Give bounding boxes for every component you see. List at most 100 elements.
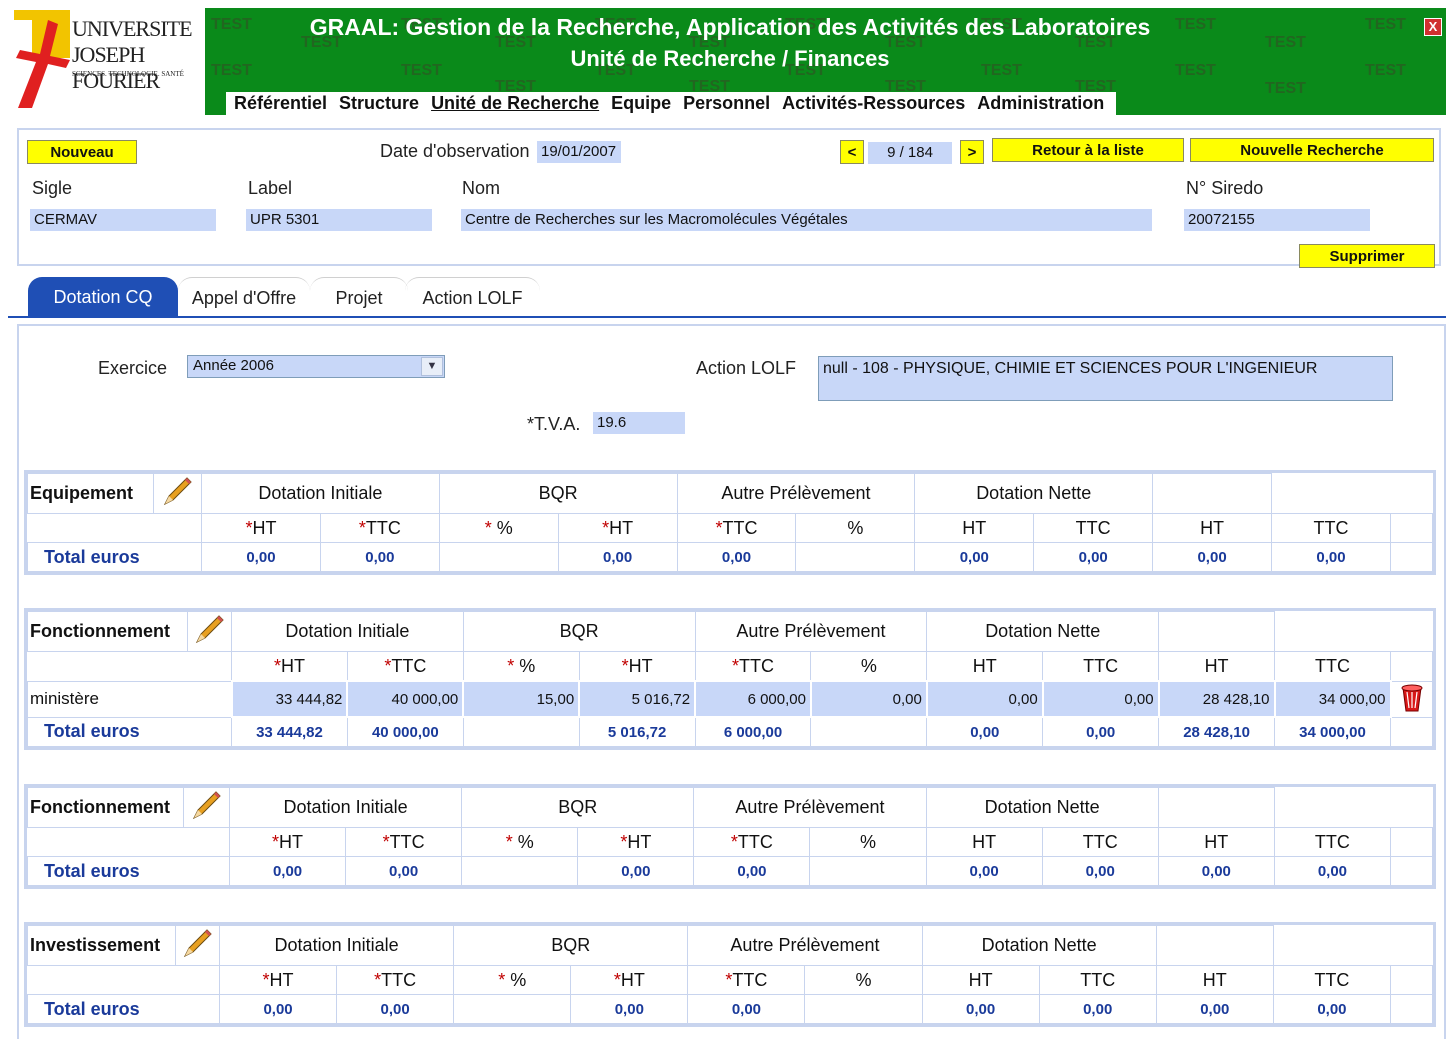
group-header-2: Autre Prélèvement [687,925,923,966]
column-header: TTC [1042,651,1160,682]
row-label: ministère [27,680,232,718]
total-value [809,856,927,886]
main-menu: Référentiel Structure Unité de Recherche Eq… [226,92,1117,115]
tab-action-lolf[interactable]: Action LOLF [405,277,540,318]
spacer-cell [1157,787,1275,828]
edit-pencil-icon[interactable] [175,925,220,966]
close-icon[interactable]: X [1424,18,1442,36]
sigle-field[interactable]: CERMAV [30,209,216,231]
menu-item-4[interactable]: Personnel [679,92,778,115]
tab-dotation-cq[interactable]: Dotation CQ [28,277,178,317]
column-header-text: HT [279,831,304,852]
menu-item-3[interactable]: Equipe [607,92,679,115]
observation-date-field[interactable]: 19/01/2007 [537,141,621,163]
action-lolf-field[interactable]: null - 108 - PHYSIQUE, CHIMIE ET SCIENCE… [818,356,1393,401]
required-marker: * [613,969,621,990]
menu-item-0[interactable]: Référentiel [230,92,335,115]
amount-field[interactable]: 28 428,10 [1157,680,1276,718]
new-button[interactable]: Nouveau [27,140,137,164]
amount-field[interactable]: 34 000,00 [1273,680,1392,718]
amount-field[interactable]: 15,00 [462,680,581,718]
amount-field[interactable]: 5 016,72 [578,680,697,718]
edit-pencil-icon[interactable] [153,473,202,514]
siredo-field[interactable]: 20072155 [1184,209,1370,231]
pencil-icon[interactable] [181,926,215,960]
previous-record-button[interactable]: < [840,140,864,164]
spacer-cell [1390,827,1433,857]
section-name: Fonctionnement [27,611,188,652]
menu-item-5[interactable]: Activités-Ressources [778,92,973,115]
logo-line1: UNIVERSITE [72,16,193,41]
spacer-cell [1390,856,1433,886]
total-label: Total euros [27,542,202,572]
total-value: 0,00 [676,542,797,572]
column-header: % [804,965,923,995]
edit-pencil-icon[interactable] [187,611,232,652]
menu-item-6[interactable]: Administration [973,92,1112,115]
nom-field[interactable]: Centre de Recherches sur les Macromolécu… [461,209,1152,231]
column-header-text: TTC [732,969,768,990]
required-marker: * [730,831,738,852]
column-header: *TTC [336,965,455,995]
group-header-row: Fonctionnement Dotation Initiale BQR Autre … [27,787,1433,828]
blank-cell [28,652,232,682]
new-search-button[interactable]: Nouvelle Recherche [1190,138,1434,162]
app-header: UNIVERSITE JOSEPH FOURIER SCIENCES. TECH… [0,0,1446,115]
trash-icon[interactable] [1398,682,1426,712]
menu-item-1[interactable]: Structure [335,92,427,115]
group-header-2: Autre Prélèvement [694,611,928,652]
section-fonctionnement-2: Fonctionnement Dotation Initiale BQR Autre … [24,784,1436,889]
tva-field[interactable]: 19.6 [593,412,685,434]
back-to-list-button[interactable]: Retour à la liste [992,138,1184,162]
amount-field[interactable]: 33 444,82 [230,680,349,718]
total-value: 6 000,00 [694,716,812,747]
column-header: *HT [228,827,347,857]
amount-field[interactable]: 0,00 [1041,680,1160,718]
label-field[interactable]: UPR 5301 [246,209,432,231]
column-header: HT [926,651,1044,682]
university-logo: UNIVERSITE JOSEPH FOURIER SCIENCES. TECH… [14,10,193,108]
amount-field[interactable]: 40 000,00 [346,680,465,718]
delete-row-icon[interactable] [1390,680,1433,718]
pencil-icon[interactable] [190,788,224,822]
required-marker: * [358,517,366,538]
group-header-row: Investissement Dotation Initiale BQR Autre … [27,925,1433,966]
observation-date-label: Date d'observation [380,141,530,161]
blank-cell [28,514,202,543]
group-header-0: Dotation Initiale [201,473,440,514]
pencil-icon[interactable] [193,612,227,646]
total-value: 0,00 [926,716,1044,747]
tab-appel-offre[interactable]: Appel d'Offre [178,277,310,318]
amount-field[interactable]: 0,00 [925,680,1044,718]
section-name: Equipement [27,473,154,514]
total-value: 0,00 [201,542,321,572]
edit-pencil-icon[interactable] [183,787,230,828]
total-value [810,716,928,747]
tab-projet[interactable]: Projet [310,277,408,318]
total-value: 0,00 [336,994,455,1024]
spacer-cell [1152,473,1273,514]
pencil-icon[interactable] [161,474,195,508]
amount-field[interactable]: 0,00 [809,680,928,718]
record-position: 9 / 184 [868,142,952,164]
chevron-down-icon[interactable]: ▼ [421,357,443,376]
delete-button[interactable]: Supprimer [1299,244,1435,268]
column-header: HT [1158,651,1276,682]
total-value [804,994,923,1024]
total-value: 0,00 [557,542,678,572]
column-header-text: % [491,517,513,538]
column-header: % [810,651,928,682]
total-row: Total euros 0,00 0,00 0,00 0,00 0,00 0,00 0,00 0… [27,542,1433,572]
total-value: 33 444,82 [231,716,348,747]
group-header-row: Fonctionnement Dotation Initiale BQR Autre … [27,611,1433,652]
menu-item-2[interactable]: Unité de Recherche [427,92,607,115]
total-value [438,542,559,572]
nom-label: Nom [462,178,501,198]
next-record-button[interactable]: > [960,140,984,164]
exercice-select[interactable]: Année 2006 ▼ [187,355,445,378]
section-fonctionnement-1: Fonctionnement Dotation Initiale BQR Autre … [24,608,1436,750]
group-header-0: Dotation Initiale [228,787,463,828]
amount-field[interactable]: 6 000,00 [694,680,812,718]
blank-cell [28,828,230,857]
total-value: 0,00 [1041,856,1159,886]
